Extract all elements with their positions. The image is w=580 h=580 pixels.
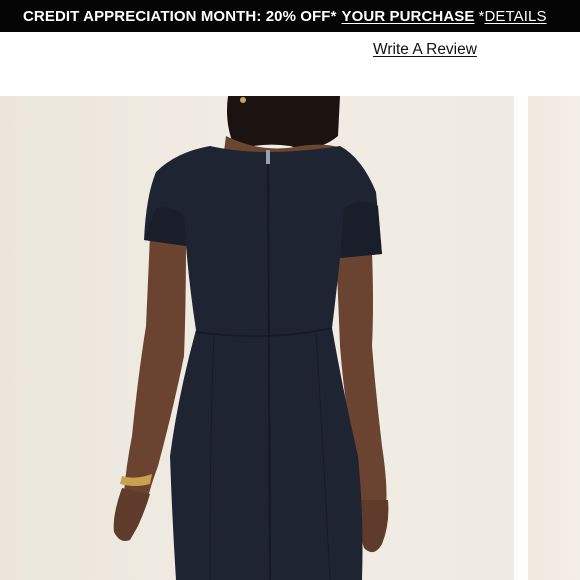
promo-banner: CREDIT APPRECIATION MONTH: 20% OFF* YOUR… bbox=[0, 0, 580, 32]
hair bbox=[227, 96, 340, 150]
right-hand bbox=[358, 500, 389, 553]
promo-purchase-link[interactable]: YOUR PURCHASE bbox=[342, 8, 475, 25]
promo-text: CREDIT APPRECIATION MONTH: 20% OFF* bbox=[23, 7, 337, 25]
zipper-pull bbox=[266, 150, 270, 164]
next-product-image[interactable] bbox=[528, 96, 580, 580]
dress-back-view-illustration bbox=[113, 96, 389, 580]
product-main-image[interactable] bbox=[0, 96, 514, 580]
write-review-link[interactable]: Write A Review bbox=[373, 41, 477, 59]
product-page: $̵1̵5̵9̵ CREDIT APPRECIATION MONTH: 20% … bbox=[0, 0, 580, 580]
left-hand bbox=[113, 488, 150, 541]
promo-banner-content: CREDIT APPRECIATION MONTH: 20% OFF* YOUR… bbox=[0, 8, 547, 25]
earring bbox=[240, 97, 246, 103]
right-sleeve bbox=[340, 201, 382, 258]
promo-details-link[interactable]: DETAILS bbox=[484, 8, 546, 25]
